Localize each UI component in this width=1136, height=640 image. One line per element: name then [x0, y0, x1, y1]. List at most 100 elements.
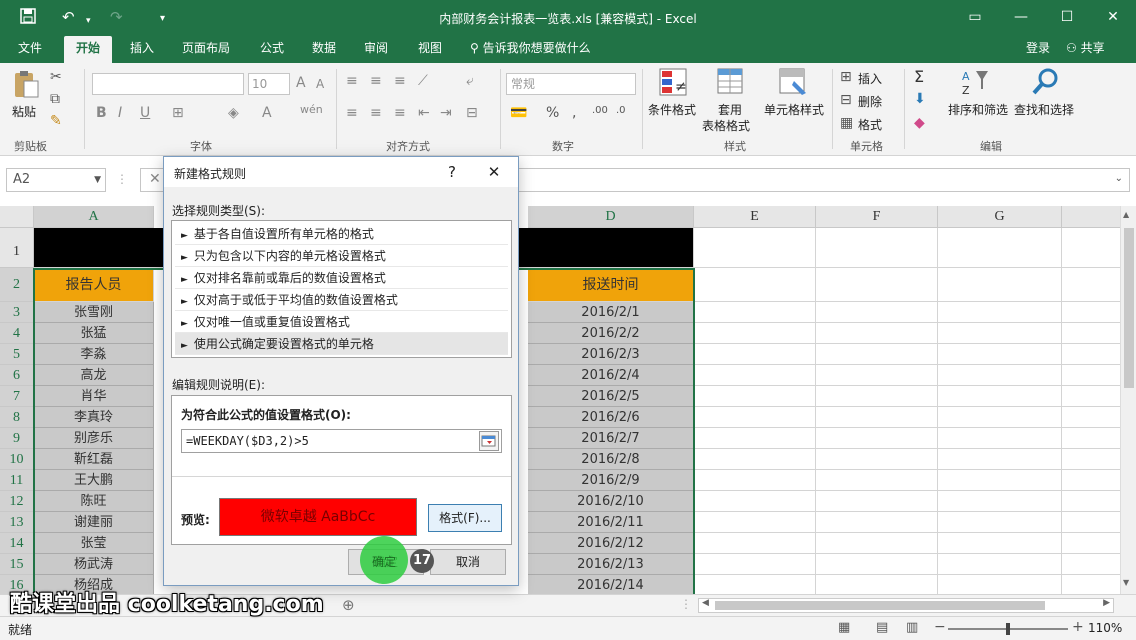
rule-type-item[interactable]: ► 基于各自值设置所有单元格的格式 — [175, 223, 508, 245]
delete-cells-label[interactable]: 删除 — [858, 93, 882, 110]
row-header[interactable]: 7 — [0, 386, 34, 407]
empty-cell[interactable] — [938, 575, 1062, 594]
row-header[interactable]: 12 — [0, 491, 34, 512]
empty-cell[interactable] — [1062, 302, 1120, 323]
align-top-icon[interactable]: ≡ — [346, 73, 358, 89]
empty-cell[interactable] — [694, 323, 816, 344]
row-header[interactable]: 15 — [0, 554, 34, 575]
row-header[interactable]: 10 — [0, 449, 34, 470]
undo-icon[interactable]: ↶ — [62, 8, 75, 26]
hscroll-thumb[interactable] — [715, 601, 1045, 610]
share-button[interactable]: ⚇ 共享 — [1066, 36, 1105, 63]
ribbon-display-icon[interactable]: ▭ — [960, 6, 990, 28]
tab-home[interactable]: 开始 — [64, 36, 112, 63]
empty-cell[interactable] — [1062, 228, 1120, 268]
table-cell-date[interactable]: 2016/2/5 — [528, 386, 694, 407]
dialog-title-bar[interactable]: 新建格式规则 ? ✕ — [164, 157, 518, 187]
font-size-box[interactable]: 10 — [248, 73, 290, 95]
empty-cell[interactable] — [694, 533, 816, 554]
close-button[interactable]: ✕ — [1098, 6, 1128, 28]
page-break-view-icon[interactable]: ▥ — [906, 620, 918, 635]
empty-cell[interactable] — [694, 344, 816, 365]
empty-cell[interactable] — [1062, 365, 1120, 386]
table-cell-name[interactable]: 李真玲 — [34, 407, 154, 428]
select-all-corner[interactable] — [0, 206, 34, 228]
empty-cell[interactable] — [1062, 407, 1120, 428]
scroll-right-icon[interactable]: ▶ — [1103, 598, 1110, 608]
percent-icon[interactable]: % — [546, 105, 559, 121]
empty-cell[interactable] — [694, 428, 816, 449]
decrease-indent-icon[interactable]: ⇤ — [418, 105, 430, 121]
empty-cell[interactable] — [816, 554, 938, 575]
empty-cell[interactable] — [938, 386, 1062, 407]
fill-icon[interactable]: ⬇ — [914, 91, 926, 107]
empty-cell[interactable] — [938, 407, 1062, 428]
empty-cell[interactable] — [816, 344, 938, 365]
table-cell-name[interactable]: 王大鹏 — [34, 470, 154, 491]
table-cell-name[interactable]: 靳红磊 — [34, 449, 154, 470]
empty-cell[interactable] — [816, 323, 938, 344]
expand-formula-icon[interactable]: ⌄ — [1115, 173, 1123, 184]
empty-cell[interactable] — [816, 470, 938, 491]
table-cell-date[interactable]: 2016/2/6 — [528, 407, 694, 428]
row-header[interactable]: 1 — [0, 228, 34, 268]
row-header[interactable]: 3 — [0, 302, 34, 323]
sort-filter-label[interactable]: 排序和筛选 — [948, 101, 1008, 118]
minimize-button[interactable]: — — [1006, 6, 1036, 28]
empty-cell[interactable] — [694, 365, 816, 386]
help-button[interactable]: ? — [440, 161, 464, 183]
table-cell-name[interactable]: 谢建丽 — [34, 512, 154, 533]
empty-cell[interactable] — [694, 575, 816, 594]
empty-cell[interactable] — [816, 407, 938, 428]
italic-icon[interactable]: I — [118, 105, 122, 121]
header-cell-reporter[interactable]: 报告人员 — [34, 268, 154, 302]
align-center-icon[interactable]: ≡ — [370, 105, 382, 121]
rule-type-item[interactable]: ► 使用公式确定要设置格式的单元格 — [175, 333, 508, 355]
rule-type-item[interactable]: ► 只为包含以下内容的单元格设置格式 — [175, 245, 508, 267]
empty-cell[interactable] — [938, 323, 1062, 344]
empty-cell[interactable] — [694, 407, 816, 428]
column-header-h[interactable] — [1062, 206, 1120, 228]
empty-cell[interactable] — [1062, 428, 1120, 449]
empty-cell[interactable] — [1062, 449, 1120, 470]
sort-filter-icon[interactable]: AZ — [960, 67, 992, 97]
tell-me-search[interactable]: ⚲ 告诉我你想要做什么 — [464, 36, 597, 63]
empty-cell[interactable] — [816, 491, 938, 512]
column-header-d[interactable]: D — [528, 206, 694, 228]
empty-cell[interactable] — [938, 554, 1062, 575]
row-header[interactable]: 11 — [0, 470, 34, 491]
empty-cell[interactable] — [1062, 491, 1120, 512]
increase-decimal-icon[interactable]: .00 — [592, 105, 608, 116]
empty-cell[interactable] — [816, 428, 938, 449]
shrink-font-icon[interactable]: A — [316, 77, 324, 91]
table-cell-date[interactable]: 2016/2/12 — [528, 533, 694, 554]
clear-icon[interactable]: ◆ — [914, 115, 925, 131]
empty-cell[interactable] — [1062, 323, 1120, 344]
empty-cell[interactable] — [938, 228, 1062, 268]
empty-cell[interactable] — [694, 554, 816, 575]
empty-cell[interactable] — [694, 302, 816, 323]
table-format-icon[interactable] — [716, 67, 748, 97]
align-middle-icon[interactable]: ≡ — [370, 73, 382, 89]
insert-cells-label[interactable]: 插入 — [858, 70, 882, 87]
autosum-icon[interactable]: Σ — [914, 67, 924, 86]
paste-label[interactable]: 粘贴 — [12, 103, 36, 120]
empty-cell[interactable] — [816, 575, 938, 594]
tab-view[interactable]: 视图 — [412, 36, 448, 63]
scroll-down-icon[interactable]: ▼ — [1123, 578, 1129, 587]
fill-color-icon[interactable]: ◈ — [228, 105, 239, 121]
align-left-icon[interactable]: ≡ — [346, 105, 358, 121]
cancel-button[interactable]: 取消 — [430, 549, 506, 575]
table-cell-name[interactable]: 张莹 — [34, 533, 154, 554]
horizontal-scrollbar[interactable]: ◀ ▶ — [698, 598, 1114, 613]
tab-page-layout[interactable]: 页面布局 — [176, 36, 236, 63]
empty-cell[interactable] — [816, 268, 938, 302]
orientation-icon[interactable]: ⟋ — [418, 73, 428, 89]
insert-cells-icon[interactable]: ⊞ — [840, 69, 852, 85]
empty-cell[interactable] — [1062, 268, 1120, 302]
empty-cell[interactable] — [938, 344, 1062, 365]
wrap-text-icon[interactable]: ⤶ — [466, 73, 474, 89]
bold-icon[interactable]: B — [96, 105, 107, 121]
empty-cell[interactable] — [938, 268, 1062, 302]
tab-formulas[interactable]: 公式 — [254, 36, 290, 63]
